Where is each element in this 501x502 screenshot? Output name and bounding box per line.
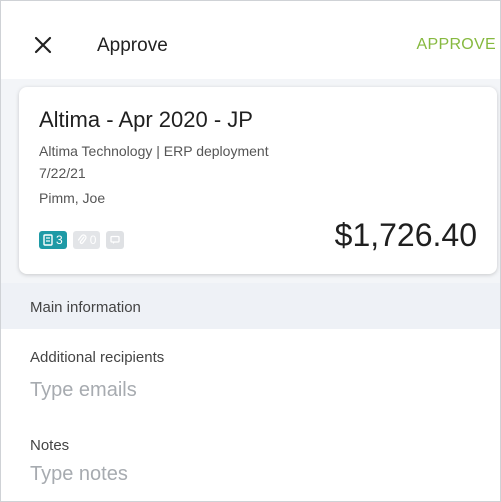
comments-badge — [106, 231, 125, 249]
recipients-input[interactable] — [30, 379, 470, 402]
report-owner: Pimm, Joe — [39, 190, 106, 206]
report-title: Altima - Apr 2020 - JP — [39, 107, 253, 132]
comment-icon — [110, 235, 121, 244]
approval-form: Additional recipients Notes — [1, 329, 500, 501]
approve-button[interactable]: APPROVE — [417, 36, 496, 54]
receipts-badge: 3 — [39, 231, 67, 249]
close-icon[interactable] — [34, 36, 52, 54]
top-bar: Approve APPROVE — [1, 1, 500, 79]
attachments-badge: 0 — [72, 231, 101, 249]
report-company-project: Altima Technology | ERP deployment — [39, 143, 269, 159]
notes-input[interactable] — [30, 463, 470, 486]
report-amount: $1,726.40 — [334, 217, 477, 253]
expense-report-card[interactable]: Altima - Apr 2020 - JP Altima Technology… — [19, 87, 497, 274]
section-header-main-information: Main information — [1, 283, 500, 329]
section-title: Main information — [30, 299, 141, 316]
report-date: 7/22/21 — [39, 165, 86, 181]
page-title: Approve — [97, 35, 168, 56]
receipt-icon — [43, 234, 53, 246]
receipts-count: 3 — [56, 233, 63, 247]
recipients-label: Additional recipients — [30, 349, 165, 366]
notes-label: Notes — [30, 437, 70, 454]
approve-screen: Approve APPROVE Altima - Apr 2020 - JP A… — [0, 0, 501, 502]
report-badges: 3 0 — [39, 231, 125, 251]
attachment-icon — [77, 234, 87, 245]
attachments-count: 0 — [89, 233, 97, 247]
